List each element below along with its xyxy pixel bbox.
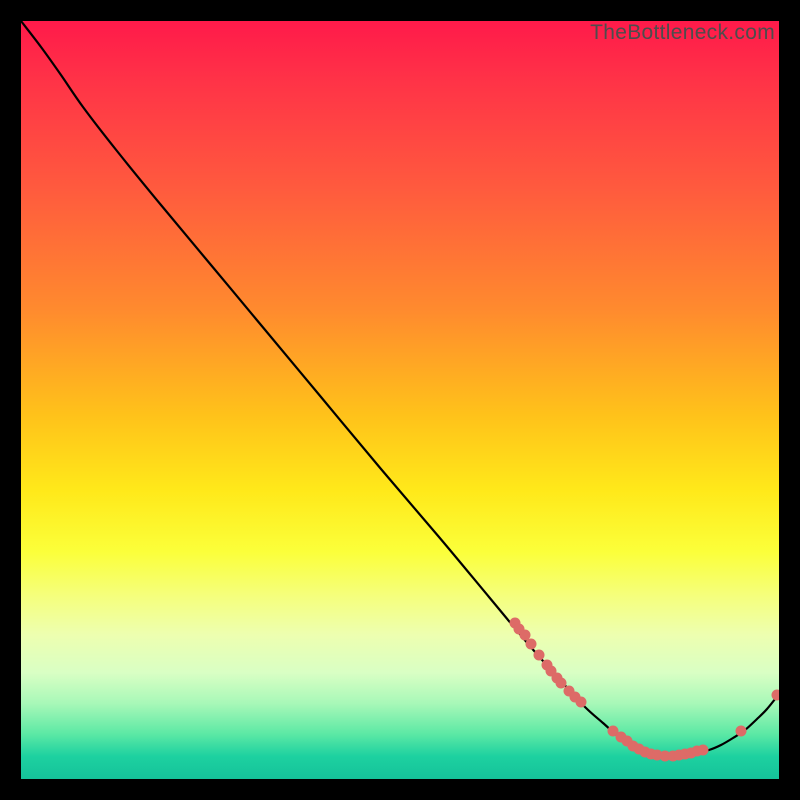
plot-area: TheBottleneck.com xyxy=(21,21,779,779)
curve-svg xyxy=(21,21,779,779)
data-point xyxy=(534,650,545,661)
scatter-dots xyxy=(510,618,780,762)
chart-stage: TheBottleneck.com xyxy=(0,0,800,800)
curve-line xyxy=(21,21,779,756)
data-point xyxy=(698,745,709,756)
data-point xyxy=(576,697,587,708)
data-point xyxy=(526,639,537,650)
data-point xyxy=(556,678,567,689)
data-point xyxy=(772,690,780,701)
data-point xyxy=(520,630,531,641)
data-point xyxy=(736,726,747,737)
